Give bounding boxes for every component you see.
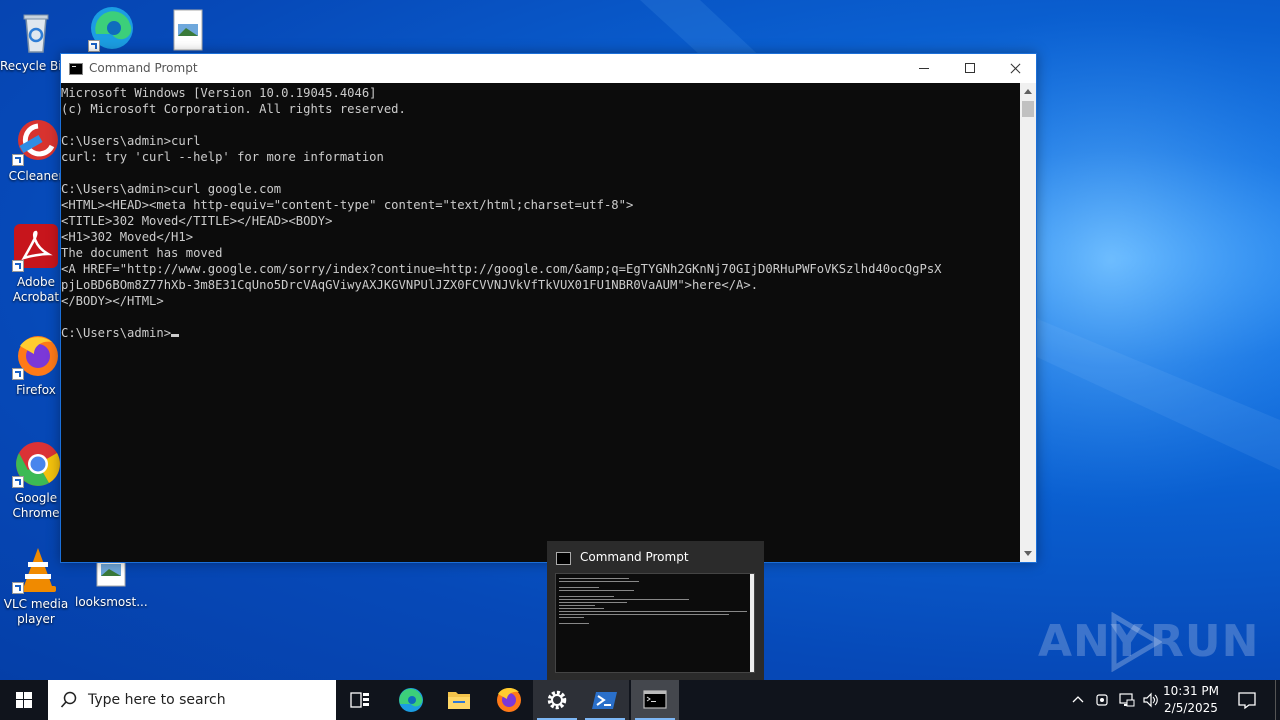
thumb-line bbox=[559, 578, 629, 579]
console-line: <HTML><HEAD><meta http-equiv="content-ty… bbox=[61, 198, 634, 212]
desktop-icon-edge[interactable] bbox=[76, 4, 148, 55]
thumb-line bbox=[559, 614, 729, 615]
shortcut-arrow-icon bbox=[12, 368, 24, 380]
ccleaner-icon bbox=[12, 118, 60, 166]
clock-date: 2/5/2025 bbox=[1164, 701, 1218, 715]
powershell-icon bbox=[592, 692, 617, 709]
taskbar-edge[interactable] bbox=[387, 680, 435, 720]
taskbar-preview[interactable]: Command Prompt bbox=[547, 541, 764, 680]
shortcut-arrow-icon bbox=[12, 582, 24, 594]
acrobat-icon bbox=[12, 224, 60, 272]
show-desktop-button[interactable] bbox=[1275, 680, 1280, 720]
taskbar-settings[interactable] bbox=[533, 680, 581, 720]
thumb-line bbox=[559, 605, 595, 606]
desktop-icon-image-file[interactable] bbox=[152, 8, 224, 59]
taskbar-powershell[interactable] bbox=[581, 680, 629, 720]
gear-icon bbox=[547, 690, 567, 710]
console-line: Microsoft Windows [Version 10.0.19045.40… bbox=[61, 86, 377, 100]
clock-time: 10:31 PM bbox=[1163, 684, 1219, 698]
console-line: curl: try 'curl --help' for more informa… bbox=[61, 150, 384, 164]
thumb-line bbox=[559, 599, 689, 600]
preview-thumbnail[interactable] bbox=[555, 573, 755, 673]
scroll-up-button[interactable] bbox=[1020, 83, 1036, 100]
thumb-line bbox=[559, 617, 584, 618]
search-icon bbox=[60, 691, 77, 708]
scroll-down-button[interactable] bbox=[1020, 545, 1036, 562]
desktop-icon-label: VLC media player bbox=[3, 597, 69, 626]
taskbar-firefox[interactable] bbox=[485, 680, 533, 720]
thumb-line bbox=[559, 587, 599, 588]
search-placeholder: Type here to search bbox=[88, 692, 226, 708]
console-line: </BODY></HTML> bbox=[61, 294, 164, 308]
console-line: The document has moved bbox=[61, 246, 223, 260]
windows-logo-icon bbox=[16, 692, 32, 708]
cmd-icon bbox=[643, 690, 667, 709]
console-line: <H1>302 Moved</H1> bbox=[61, 230, 194, 244]
thumb-line bbox=[559, 602, 627, 603]
title-bar[interactable]: Command Prompt bbox=[61, 54, 1036, 83]
taskbar-search[interactable]: Type here to search bbox=[48, 680, 336, 720]
text-cursor bbox=[171, 334, 180, 337]
edge-icon bbox=[88, 4, 136, 52]
shortcut-arrow-icon bbox=[12, 260, 24, 272]
console-line: C:\Users\admin>curl google.com bbox=[61, 182, 282, 196]
network-icon[interactable] bbox=[1118, 691, 1136, 709]
thumb-line bbox=[559, 596, 614, 597]
task-view-icon bbox=[350, 692, 369, 708]
close-button[interactable] bbox=[992, 54, 1038, 83]
cmd-icon bbox=[556, 552, 571, 565]
console-line: C:\Users\admin>curl bbox=[61, 134, 201, 148]
recycle-bin-icon bbox=[12, 8, 60, 56]
thumb-line bbox=[559, 590, 634, 591]
thumb-scrollbar bbox=[750, 574, 754, 672]
anyrun-watermark: ANY RUN bbox=[1038, 612, 1258, 672]
watermark-text-right: RUN bbox=[1150, 616, 1260, 667]
start-button[interactable] bbox=[0, 680, 48, 720]
console-line: <TITLE>302 Moved</TITLE></HEAD><BODY> bbox=[61, 214, 333, 228]
chrome-icon bbox=[12, 440, 60, 488]
taskbar: Type here to search 10:31 PM 2/5/2025 bbox=[0, 680, 1280, 720]
vlc-icon bbox=[12, 546, 60, 594]
thumb-line bbox=[559, 581, 639, 582]
window-title: Command Prompt bbox=[89, 61, 198, 75]
volume-icon[interactable] bbox=[1142, 691, 1160, 709]
vertical-scrollbar[interactable] bbox=[1020, 83, 1036, 562]
taskbar-command-prompt[interactable] bbox=[631, 680, 679, 720]
notifications-icon[interactable] bbox=[1237, 690, 1257, 710]
taskbar-file-explorer[interactable] bbox=[435, 680, 483, 720]
shortcut-arrow-icon bbox=[12, 154, 24, 166]
thumb-line bbox=[559, 623, 589, 624]
console-line: pjLoBD6BOm8Z77hXb-3m8E31CqUno5DrcVAqGViw… bbox=[61, 278, 759, 292]
firefox-icon bbox=[497, 688, 521, 712]
image-file-icon bbox=[164, 8, 212, 56]
taskbar-task-view[interactable] bbox=[336, 680, 384, 720]
shortcut-arrow-icon bbox=[12, 476, 24, 488]
console-line: (c) Microsoft Corporation. All rights re… bbox=[61, 102, 406, 116]
preview-title: Command Prompt bbox=[580, 550, 689, 564]
firefox-icon bbox=[12, 332, 60, 380]
desktop-icon-label: looksmost... bbox=[75, 595, 148, 609]
console-line: C:\Users\admin> bbox=[61, 325, 1020, 341]
shortcut-arrow-icon bbox=[88, 40, 100, 52]
desktop-icon-label: Recycle Bin bbox=[0, 59, 66, 73]
thumb-line bbox=[559, 611, 747, 612]
cmd-icon bbox=[69, 63, 83, 75]
folder-icon bbox=[448, 692, 470, 709]
console-output[interactable]: Microsoft Windows [Version 10.0.19045.40… bbox=[61, 83, 1020, 562]
command-prompt-window[interactable]: Command Prompt Microsoft Windows [Versio… bbox=[60, 53, 1037, 563]
minimize-button[interactable] bbox=[901, 54, 947, 83]
chevron-up-icon[interactable] bbox=[1070, 692, 1086, 708]
console-line: <A HREF="http://www.google.com/sorry/ind… bbox=[61, 262, 942, 276]
thumb-line bbox=[559, 608, 604, 609]
desktop: Recycle Bin CCleaner Adobe Acrobat Firef… bbox=[0, 0, 1280, 680]
maximize-button[interactable] bbox=[947, 54, 993, 83]
edge-icon bbox=[399, 688, 423, 712]
security-icon[interactable] bbox=[1094, 691, 1110, 709]
taskbar-clock[interactable]: 10:31 PM 2/5/2025 bbox=[1160, 683, 1222, 717]
console-lines: Microsoft Windows [Version 10.0.19045.40… bbox=[61, 83, 1020, 341]
scroll-thumb[interactable] bbox=[1022, 101, 1034, 117]
